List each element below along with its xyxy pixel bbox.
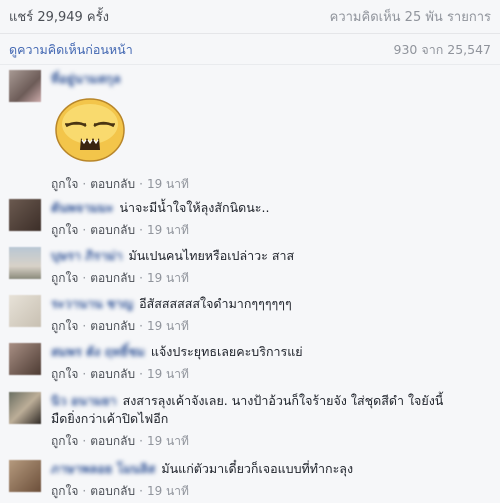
comment-text: มันเปนคนไทยหรือเปล่าวะ สาส xyxy=(128,248,295,263)
comment-actions: ถูกใจ · ตอบกลับ · 19 นาที xyxy=(51,177,189,191)
like-link[interactable]: ถูกใจ xyxy=(51,223,78,237)
annoyed-face-sticker-icon xyxy=(55,98,125,162)
comment-time[interactable]: 19 นาที xyxy=(147,271,189,285)
comment-text: มันแก่ตัวมาเดี๋ยวก็เจอแบบที่ทำกะลุง xyxy=(161,461,354,476)
view-previous-comments-link[interactable]: ดูความคิดเห็นก่อนหน้า xyxy=(9,40,133,60)
comment-actions: ถูกใจ · ตอบกลับ · 19 นาที xyxy=(51,271,189,285)
avatar[interactable] xyxy=(9,392,41,424)
reply-link[interactable]: ตอบกลับ xyxy=(90,223,135,237)
commenter-name[interactable]: ตันพจามมะ xyxy=(51,200,113,215)
avatar[interactable] xyxy=(9,343,41,375)
comment-count[interactable]: ความคิดเห็น 25 พัน รายการ xyxy=(330,6,491,27)
comment-body: นิว อนามยา สงสารลุงเค้าจังเลย. นางป้าอ้วน… xyxy=(51,392,491,451)
like-link[interactable]: ถูกใจ xyxy=(51,177,78,191)
comment-actions: ถูกใจ · ตอบกลับ · 19 นาที xyxy=(51,484,189,498)
reply-link[interactable]: ตอบกลับ xyxy=(90,271,135,285)
comment-time[interactable]: 19 นาที xyxy=(147,367,189,381)
comment-text: แจ้งประยุทธเลยคะบริการแย่ xyxy=(150,344,303,359)
comment-actions: ถูกใจ · ตอบกลับ · 19 นาที xyxy=(51,367,189,381)
reply-link[interactable]: ตอบกลับ xyxy=(90,319,135,333)
commenter-name[interactable]: นิว อนามยา xyxy=(51,393,117,408)
comment-time[interactable]: 19 นาที xyxy=(147,223,189,237)
comment-body: ตันพจามมะ น่าจะมีน้ำใจให้ลุงสักนิดนะ.. ถู… xyxy=(51,199,491,240)
comment-actions: ถูกใจ · ตอบกลับ · 19 นาที xyxy=(51,434,189,448)
avatar[interactable] xyxy=(9,295,41,327)
comment-time[interactable]: 19 นาที xyxy=(147,434,189,448)
comment-body: ระวานาน ชาญ อีสัสสสสสสใจดำมากๆๆๆๆๆๆ ถูกใจ… xyxy=(51,295,491,336)
comment-text: อีสัสสสสสสใจดำมากๆๆๆๆๆๆ xyxy=(139,296,292,311)
comment-body: ที่อยู่นามสกุล ถูกใจ · ตอบกลับ · 19 นาที xyxy=(51,70,491,194)
reply-link[interactable]: ตอบกลับ xyxy=(90,484,135,498)
share-count[interactable]: แชร์ 29,949 ครั้ง xyxy=(9,6,109,27)
comment-actions: ถูกใจ · ตอบกลับ · 19 นาที xyxy=(51,223,189,237)
share-comment-summary-bar: แชร์ 29,949 ครั้ง ความคิดเห็น 25 พัน ราย… xyxy=(0,0,500,34)
comment-body: ภาษาพลอย โมนลิส มันแก่ตัวมาเดี๋ยวก็เจอแบบ… xyxy=(51,460,491,501)
comment-body: สมพร ตัง ฤทธิ์ชม แจ้งประยุทธเลยคะบริการแย… xyxy=(51,343,491,384)
commenter-name[interactable]: บุษรา ภิราม่า xyxy=(51,248,123,263)
like-link[interactable]: ถูกใจ xyxy=(51,484,78,498)
comment-text: น่าจะมีน้ำใจให้ลุงสักนิดนะ.. xyxy=(119,200,270,215)
reply-link[interactable]: ตอบกลับ xyxy=(90,177,135,191)
commenter-name[interactable]: สมพร ตัง ฤทธิ์ชม xyxy=(51,344,145,359)
commenter-name[interactable]: ภาษาพลอย โมนลิส xyxy=(51,461,155,476)
comment-time[interactable]: 19 นาที xyxy=(147,484,189,498)
reply-link[interactable]: ตอบกลับ xyxy=(90,367,135,381)
avatar[interactable] xyxy=(9,460,41,492)
comment-time[interactable]: 19 นาที xyxy=(147,319,189,333)
like-link[interactable]: ถูกใจ xyxy=(51,271,78,285)
like-link[interactable]: ถูกใจ xyxy=(51,367,78,381)
commenter-name[interactable]: ที่อยู่นามสกุล xyxy=(51,71,121,86)
avatar[interactable] xyxy=(9,199,41,231)
comment-paging-count: 930 จาก 25,547 xyxy=(393,41,491,57)
comment-time[interactable]: 19 นาที xyxy=(147,177,189,191)
like-link[interactable]: ถูกใจ xyxy=(51,319,78,333)
comment-actions: ถูกใจ · ตอบกลับ · 19 นาที xyxy=(51,319,189,333)
previous-comments-bar: ดูความคิดเห็นก่อนหน้า 930 จาก 25,547 xyxy=(0,35,500,65)
commenter-name[interactable]: ระวานาน ชาญ xyxy=(51,296,133,311)
avatar[interactable] xyxy=(9,70,41,102)
like-link[interactable]: ถูกใจ xyxy=(51,434,78,448)
comment-body: บุษรา ภิราม่า มันเปนคนไทยหรือเปล่าวะ สาส … xyxy=(51,247,491,288)
avatar[interactable] xyxy=(9,247,41,279)
reply-link[interactable]: ตอบกลับ xyxy=(90,434,135,448)
